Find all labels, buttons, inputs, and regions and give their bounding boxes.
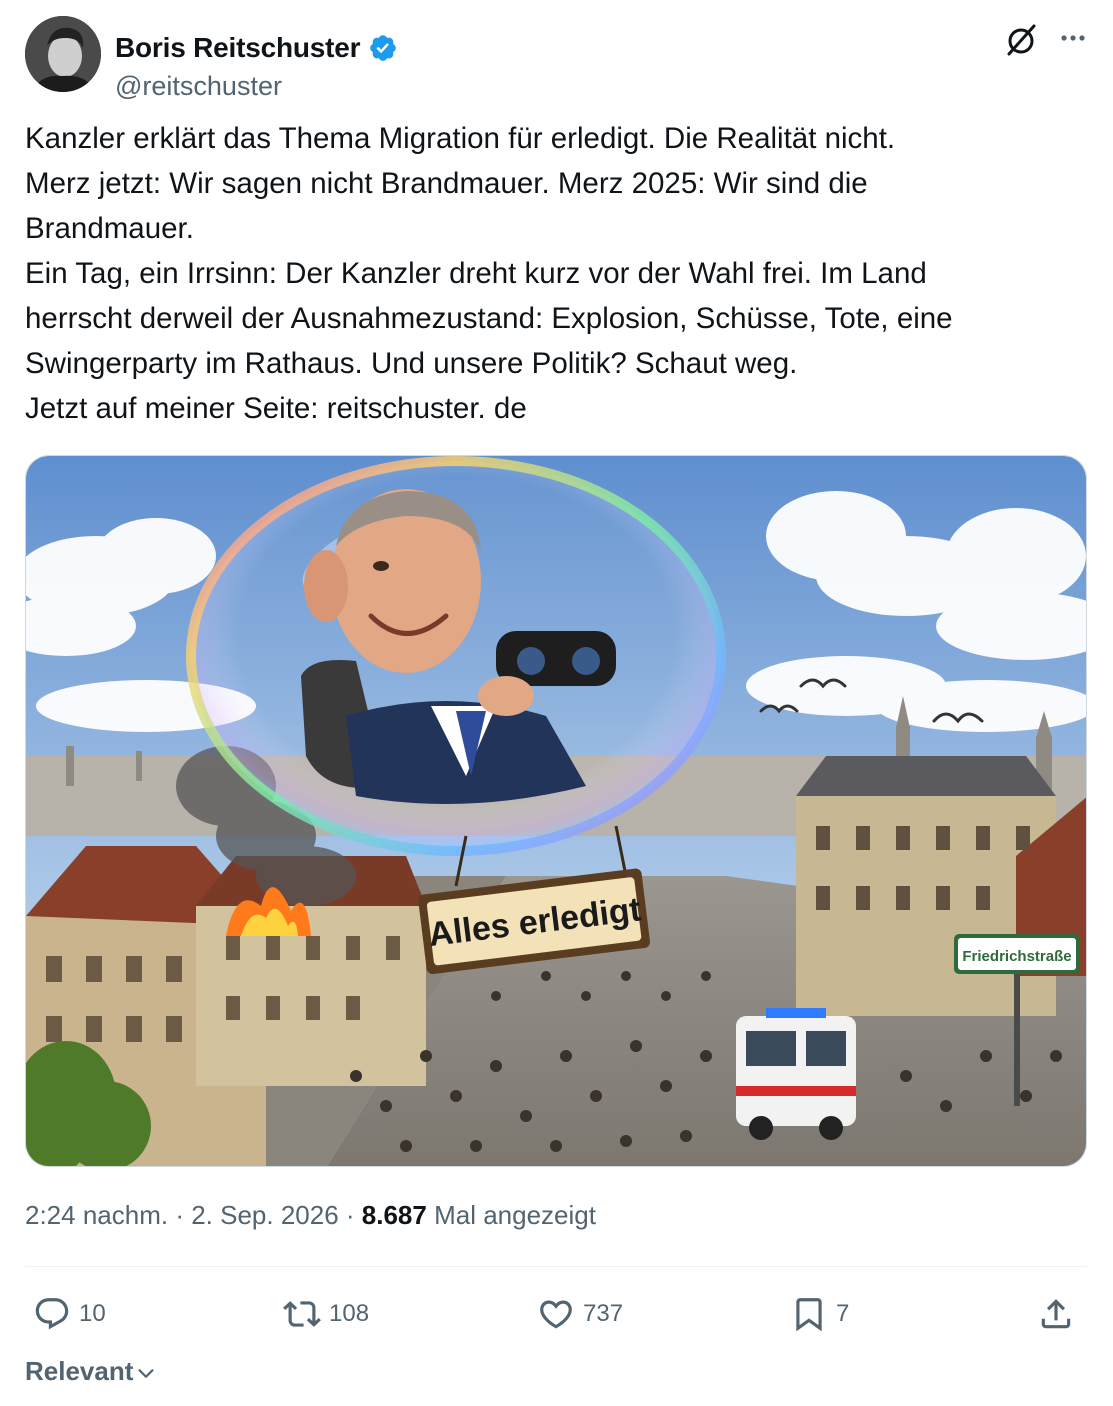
more-options-icon[interactable] [1055, 20, 1091, 56]
avatar[interactable] [25, 16, 101, 92]
sort-dropdown[interactable]: Relevant [25, 1356, 157, 1387]
divider [25, 1266, 1087, 1267]
tweet-line: Jetzt auf meiner Seite: reitschuster. de [25, 392, 527, 425]
tweet-header: Boris Reitschuster @reitschuster [25, 16, 1091, 101]
bookmark-icon [796, 1298, 822, 1332]
views-count: 8.687 [361, 1200, 427, 1230]
bookmark-count: 7 [836, 1300, 850, 1327]
tweet-meta: 2:24 nachm. · 2. Sep. 2026 · 8.687 Mal a… [25, 1200, 596, 1231]
like-count: 737 [583, 1300, 624, 1327]
author-handle[interactable]: @reitschuster [115, 71, 282, 102]
reply-count: 10 [79, 1300, 106, 1327]
heart-icon [540, 1300, 572, 1329]
chevron-down-icon [138, 1368, 154, 1378]
author-name-text: Boris Reitschuster [115, 32, 361, 63]
reply-icon [35, 1298, 69, 1330]
tweet-text: Kanzler erklärt das Thema Migration für … [25, 116, 1085, 431]
share-icon [1041, 1299, 1071, 1329]
tweet-line: Swingerparty im Rathaus. Und unsere Poli… [25, 347, 798, 380]
repost-icon [283, 1301, 321, 1327]
bookmark-button[interactable]: 7 [790, 1286, 849, 1342]
tweet-date[interactable]: 2. Sep. 2026 [191, 1200, 338, 1230]
tweet-line: Kanzler erklärt das Thema Migration für … [25, 122, 896, 155]
grok-icon[interactable] [1003, 22, 1039, 58]
meta-separator: · [168, 1200, 192, 1230]
author-name[interactable]: Boris Reitschuster [115, 32, 398, 64]
like-button[interactable]: 737 [537, 1286, 623, 1342]
action-bar: 10 108 737 7 [25, 1286, 1087, 1346]
tweet-line: herrscht derweil der Ausnahmezustand: Ex… [25, 302, 953, 335]
sort-label: Relevant [25, 1356, 134, 1386]
repost-button[interactable]: 108 [283, 1286, 369, 1342]
street-sign-text: Friedrichstraße [962, 948, 1071, 965]
tweet-line: Merz jetzt: Wir sagen nicht Brandmauer. … [25, 167, 868, 200]
tweet-image[interactable]: Friedrichstraße Alles erledigt [25, 455, 1087, 1167]
meta-separator: · [338, 1200, 362, 1230]
tweet-line: Brandmauer. [25, 212, 194, 245]
tweet-line: Ein Tag, ein Irrsinn: Der Kanzler dreht … [25, 257, 927, 290]
verified-badge-icon [370, 35, 397, 61]
tweet-time[interactable]: 2:24 nachm. [25, 1200, 168, 1230]
share-button[interactable] [1037, 1286, 1083, 1342]
views-label: Mal angezeigt [426, 1200, 596, 1230]
repost-count: 108 [329, 1300, 370, 1327]
reply-button[interactable]: 10 [33, 1286, 106, 1342]
